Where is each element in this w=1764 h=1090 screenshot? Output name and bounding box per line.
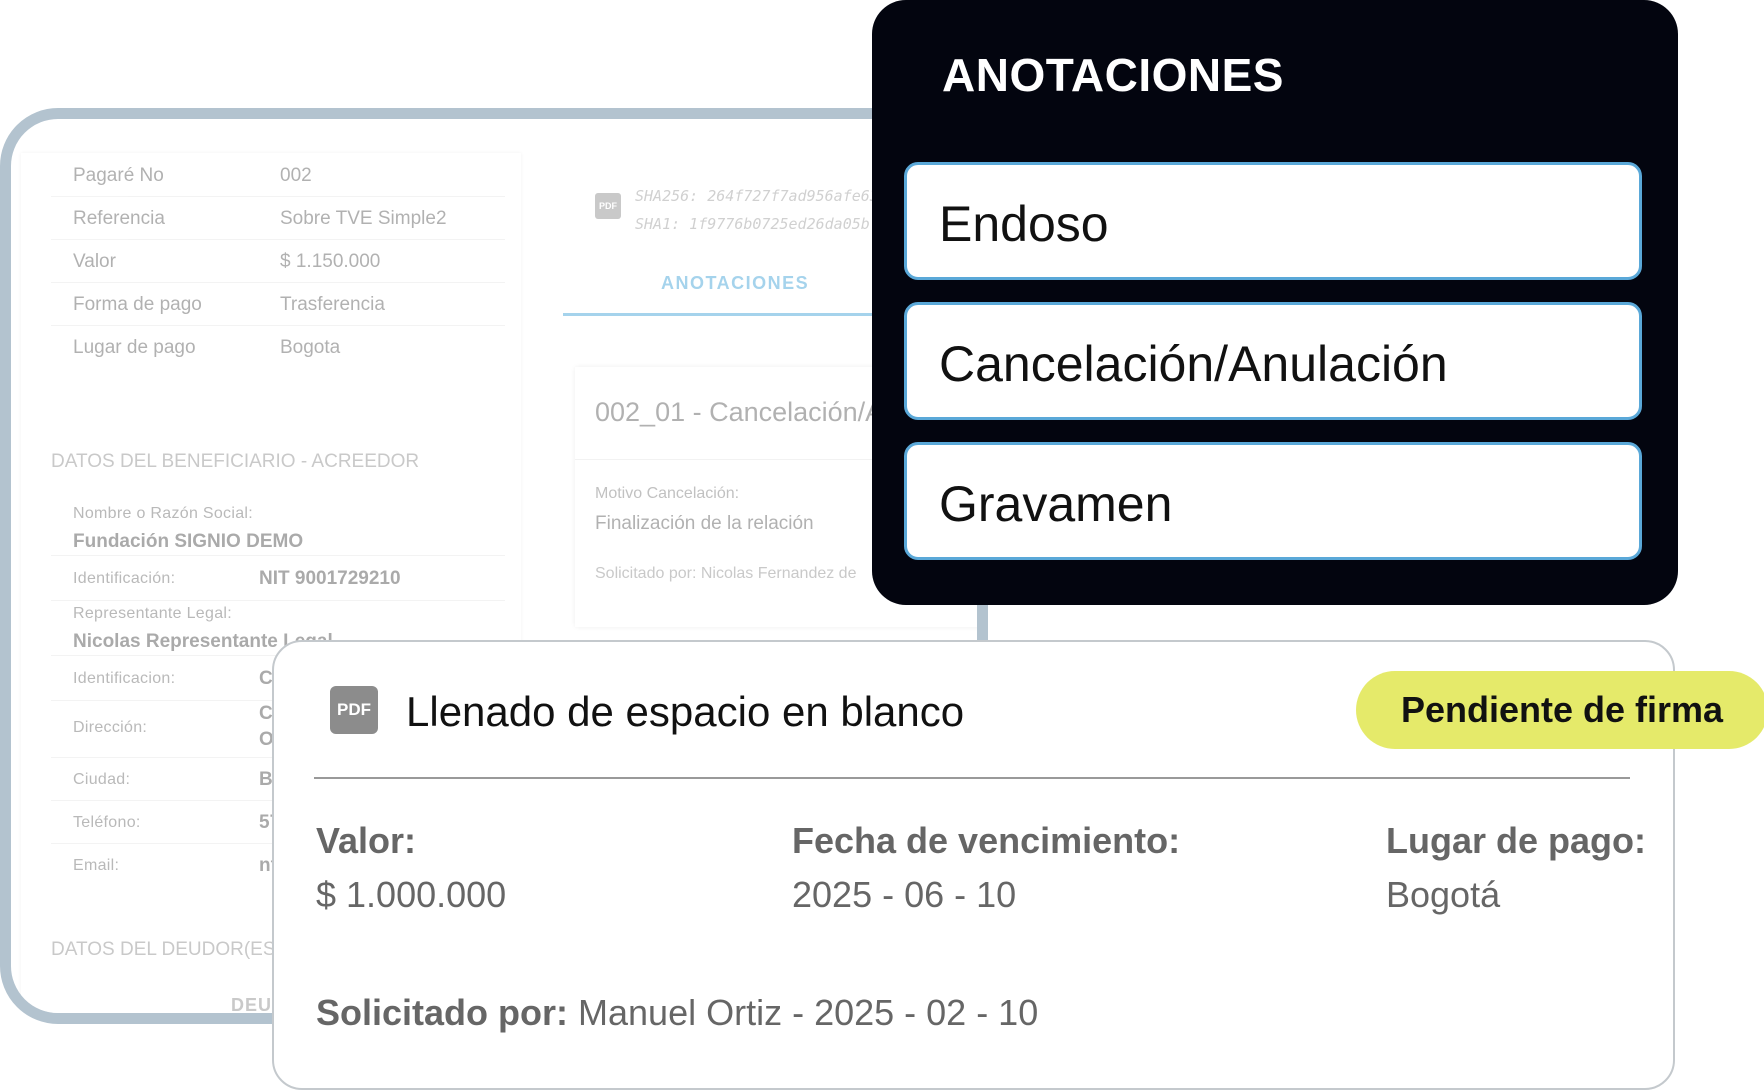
detail-value: Bogota bbox=[280, 337, 341, 358]
contact-label: Dirección: bbox=[73, 719, 148, 736]
pdf-icon[interactable]: PDF bbox=[330, 686, 378, 734]
identificacion-value: NIT 9001729210 bbox=[259, 568, 401, 589]
annotations-menu-title: ANOTACIONES bbox=[942, 49, 1284, 101]
tab-anotaciones[interactable]: ANOTACIONES bbox=[661, 273, 809, 294]
detail-label: Pagaré No bbox=[73, 165, 164, 186]
detail-value: $ 1.150.000 bbox=[280, 251, 381, 272]
beneficiary-section-title: DATOS DEL BENEFICIARIO - ACREEDOR bbox=[51, 451, 420, 472]
contact-label: Identificacion: bbox=[73, 670, 176, 687]
detail-title: Llenado de espacio en blanco bbox=[406, 688, 965, 735]
hash-sha1: SHA1: 1f9776b0725ed26da05b bbox=[635, 215, 870, 233]
razon-social-label: Nombre o Razón Social: bbox=[73, 505, 254, 522]
detail-row-valor: Valor $ 1.150.000 bbox=[51, 239, 505, 283]
solicitado-label: Solicitado por: bbox=[316, 992, 568, 1033]
detail-value: Trasferencia bbox=[280, 294, 385, 315]
option-cancelacion-anulacion[interactable]: Cancelación/Anulación bbox=[904, 302, 1642, 420]
contact-label: Teléfono: bbox=[73, 814, 141, 831]
identificacion-label: Identificación: bbox=[73, 570, 176, 587]
detail-value: Sobre TVE Simple2 bbox=[280, 208, 447, 229]
lugar-pago-label: Lugar de pago: bbox=[1386, 820, 1646, 861]
detail-row-forma-pago: Forma de pago Trasferencia bbox=[51, 282, 505, 326]
valor-value: $ 1.000.000 bbox=[316, 874, 507, 915]
detail-label: Valor bbox=[73, 251, 116, 272]
requested-by: Solicitado por: Nicolas Fernandez de bbox=[595, 565, 857, 582]
solicitado-por: Solicitado por: Manuel Ortiz - 2025 - 02… bbox=[316, 992, 1038, 1034]
option-label: Endoso bbox=[939, 196, 1109, 252]
detail-row-lugar-pago: Lugar de pago Bogota bbox=[51, 325, 505, 368]
divider bbox=[314, 777, 1630, 779]
status-badge: Pendiente de firma bbox=[1356, 671, 1764, 749]
contact-label: Email: bbox=[73, 857, 120, 874]
annotation-title: 002_01 - Cancelación/A bbox=[595, 397, 884, 427]
pdf-icon: PDF bbox=[595, 193, 621, 219]
option-label: Gravamen bbox=[939, 476, 1173, 532]
fecha-vencimiento-value: 2025 - 06 - 10 bbox=[792, 874, 1017, 915]
annotation-detail-card[interactable]: PDF Llenado de espacio en blanco Pendien… bbox=[272, 640, 1764, 1090]
fecha-vencimiento-label: Fecha de vencimiento: bbox=[792, 820, 1181, 861]
reason-value: Finalización de la relación bbox=[595, 513, 814, 534]
detail-row-referencia: Referencia Sobre TVE Simple2 bbox=[51, 196, 505, 240]
representante-label: Representante Legal: bbox=[73, 605, 232, 622]
deudor-section-title: DATOS DEL DEUDOR(ES) bbox=[51, 939, 282, 960]
detail-value: 002 bbox=[280, 165, 312, 186]
annotations-menu-panel: ANOTACIONES Endoso Cancelación/Anulación… bbox=[872, 0, 1678, 605]
option-gravamen[interactable]: Gravamen bbox=[904, 442, 1642, 560]
detail-label: Lugar de pago bbox=[73, 337, 196, 358]
option-label: Cancelación/Anulación bbox=[939, 336, 1448, 392]
solicitado-value: Manuel Ortiz - 2025 - 02 - 10 bbox=[578, 992, 1039, 1033]
lugar-pago-value: Bogotá bbox=[1386, 874, 1501, 915]
identificacion-row: Identificación: NIT 9001729210 bbox=[51, 555, 505, 601]
contact-label: Ciudad: bbox=[73, 771, 131, 788]
reason-label: Motivo Cancelación: bbox=[595, 485, 740, 502]
hash-sha256: SHA256: 264f727f7ad956afe63 bbox=[635, 187, 879, 205]
detail-label: Forma de pago bbox=[73, 294, 202, 315]
detail-label: Referencia bbox=[73, 208, 165, 229]
razon-social-value: Fundación SIGNIO DEMO bbox=[73, 531, 304, 552]
detail-row-pagare-no: Pagaré No 002 bbox=[51, 153, 505, 197]
option-endoso[interactable]: Endoso bbox=[904, 162, 1642, 280]
valor-label: Valor: bbox=[316, 820, 417, 861]
